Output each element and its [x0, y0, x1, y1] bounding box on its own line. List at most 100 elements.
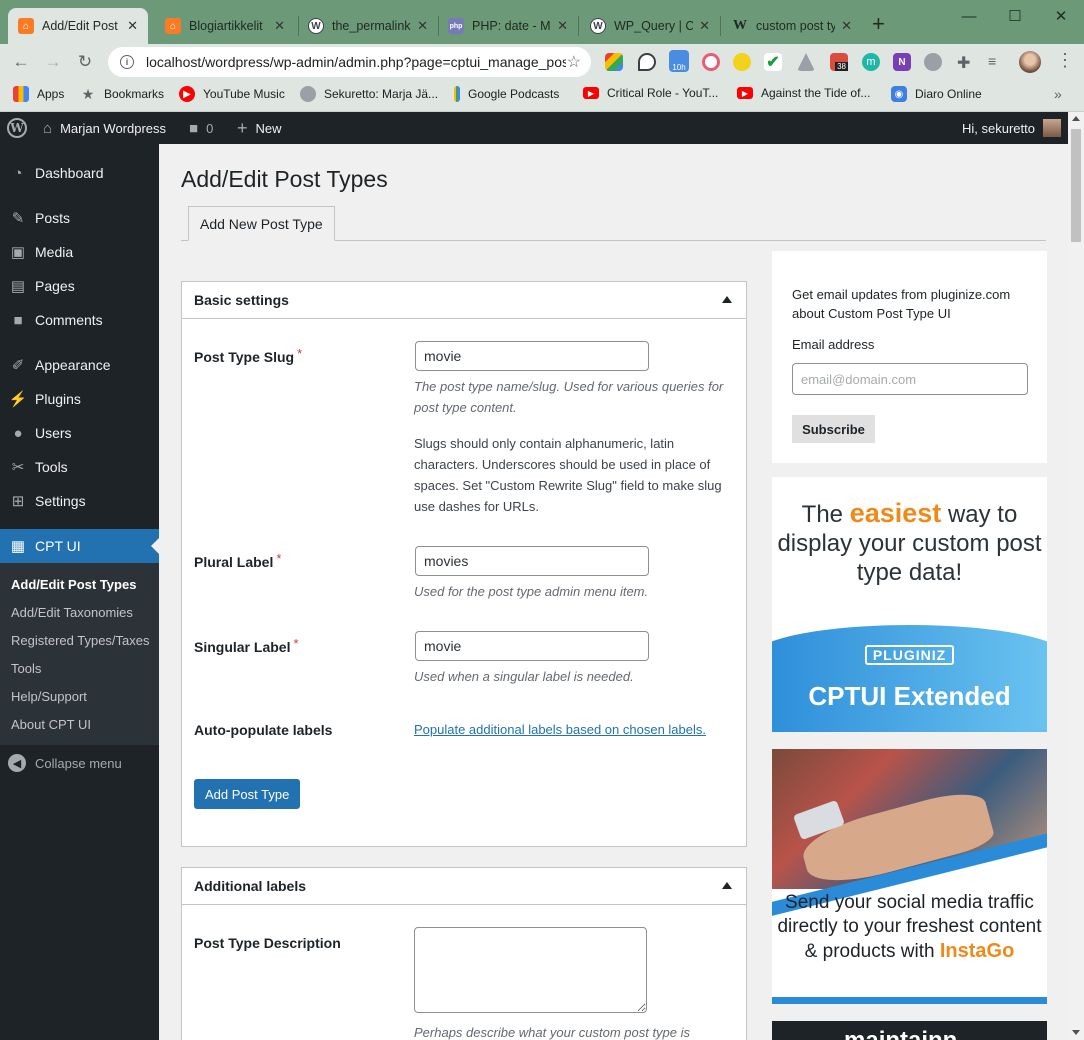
menu-comments[interactable]: ■ Comments	[0, 303, 159, 337]
populate-labels-link[interactable]: Populate additional labels based on chos…	[414, 722, 706, 737]
more-bookmarks-icon[interactable]: »	[1054, 86, 1062, 102]
onenote-icon[interactable]: N	[893, 53, 911, 71]
ad-maintainn[interactable]: maintainn	[772, 1021, 1047, 1040]
menu-plugins[interactable]: ⚡ Plugins	[0, 382, 159, 416]
collapse-toggle-icon[interactable]	[722, 296, 732, 303]
bookmark-star-icon[interactable]: ☆	[567, 52, 581, 72]
post-type-description-textarea[interactable]	[414, 927, 647, 1013]
browser-tab-php-date[interactable]: php PHP: date - Manual ✕	[438, 8, 578, 44]
my-account-link[interactable]: Hi, sekuretto	[962, 112, 1061, 144]
close-tab-icon[interactable]: ✕	[699, 18, 710, 34]
menu-settings[interactable]: ⊞ Settings	[0, 484, 159, 518]
extension-yellow-icon[interactable]	[733, 53, 751, 71]
browser-tab-custom-post-type[interactable]: W custom post type ✕	[722, 8, 862, 44]
reading-list-icon[interactable]: ≡	[988, 53, 1006, 71]
menu-users[interactable]: ● Users	[0, 416, 159, 450]
scroll-up-icon[interactable]	[1072, 116, 1080, 121]
wordpress-favicon-icon: W	[308, 18, 324, 34]
browser-tab-cptui[interactable]: ⌂ Add/Edit Post Types ✕	[8, 8, 148, 44]
extension-check-icon[interactable]: ✔	[764, 53, 782, 71]
menu-dashboard[interactable]: ◔ Dashboard	[0, 156, 159, 190]
menu-pages[interactable]: ▤ Pages	[0, 269, 159, 303]
extension-tiles-icon[interactable]	[605, 53, 623, 71]
new-tab-icon[interactable]: +	[872, 13, 885, 35]
bookmark-bookmarks[interactable]: ★ Bookmarks	[80, 86, 164, 102]
reload-icon[interactable]: ↻	[72, 50, 98, 74]
ad-cptui-extended[interactable]: The easiest way to display your custom p…	[772, 477, 1047, 732]
extension-gear-icon[interactable]	[924, 53, 942, 71]
back-icon[interactable]: ←	[8, 50, 34, 74]
additional-labels-header[interactable]: Additional labels	[182, 868, 746, 905]
submenu-add-edit-taxonomies[interactable]: Add/Edit Taxonomies	[11, 605, 133, 620]
address-bar[interactable]: i localhost/wordpress/wp-admin/admin.php…	[108, 47, 591, 77]
bookmark-google-podcasts[interactable]: Google Podcasts	[454, 86, 559, 102]
bookmark-youtube-music[interactable]: ▶ YouTube Music	[179, 86, 285, 102]
close-tab-icon[interactable]: ✕	[417, 18, 428, 34]
extension-pin-icon[interactable]	[638, 53, 656, 71]
menu-appearance[interactable]: ✐ Appearance	[0, 348, 159, 382]
chrome-menu-icon[interactable]: ⋮	[1056, 50, 1074, 71]
comments-link[interactable]: ■ 0	[189, 112, 213, 144]
wp-logo-menu[interactable]: W	[7, 112, 27, 144]
menu-label: Appearance	[35, 357, 111, 373]
add-post-type-button[interactable]: Add Post Type	[194, 779, 301, 809]
menu-posts[interactable]: ✎ Posts	[0, 201, 159, 235]
extension-circle-icon[interactable]	[702, 53, 720, 71]
new-content-link[interactable]: + New	[237, 112, 282, 144]
collapse-toggle-icon[interactable]	[722, 882, 732, 889]
description-help: Perhaps describe what your custom post t…	[414, 1025, 691, 1040]
browser-tab-blogiartikkelit[interactable]: ⌂ Blogiartikkelit ✕	[155, 8, 295, 44]
submenu-add-edit-post-types[interactable]: Add/Edit Post Types	[11, 577, 136, 592]
close-window-icon[interactable]: ✕	[1038, 4, 1084, 28]
submenu-about-cptui[interactable]: About CPT UI	[11, 717, 91, 732]
basic-settings-header[interactable]: Basic settings	[182, 282, 746, 319]
bookmark-sekuretto[interactable]: Sekuretto: Marja Jä...	[300, 86, 438, 102]
singular-label-input[interactable]	[415, 631, 649, 661]
close-tab-icon[interactable]: ✕	[274, 18, 285, 34]
minimize-window-icon[interactable]: —	[946, 4, 992, 28]
page-scrollbar[interactable]	[1068, 112, 1084, 1040]
post-type-slug-input[interactable]	[415, 341, 649, 371]
menu-media[interactable]: ▣ Media	[0, 235, 159, 269]
ad-instago[interactable]: Send your social media traffic directly …	[772, 749, 1047, 1004]
browser-tab-permalink[interactable]: W the_permalink ✕	[298, 8, 438, 44]
submenu-help-support[interactable]: Help/Support	[11, 689, 87, 704]
google-podcasts-icon	[454, 86, 460, 102]
ad-product-name: CPTUI Extended	[808, 681, 1011, 711]
submenu-registered-types[interactable]: Registered Types/Taxes	[11, 633, 150, 648]
extension-m-icon[interactable]: m	[862, 53, 880, 71]
close-tab-icon[interactable]: ✕	[557, 18, 568, 34]
plural-label-input[interactable]	[415, 546, 649, 576]
slug-note: Slugs should only contain alphanumeric, …	[414, 436, 722, 514]
collapse-menu-button[interactable]: ◀ Collapse menu	[0, 753, 159, 773]
bookmark-apps[interactable]: Apps	[13, 86, 64, 102]
close-tab-icon[interactable]: ✕	[127, 18, 138, 34]
maximize-window-icon[interactable]: ☐	[992, 4, 1038, 28]
menu-cpt-ui[interactable]: ▦ CPT UI	[0, 529, 159, 563]
scroll-down-icon[interactable]	[1072, 1030, 1080, 1035]
close-tab-icon[interactable]: ✕	[841, 18, 852, 34]
extensions-puzzle-icon[interactable]: ✚	[957, 53, 975, 72]
extension-drive-icon[interactable]	[797, 53, 815, 71]
site-name-link[interactable]: ⌂ Marjan Wordpress	[43, 112, 166, 144]
submenu-tools[interactable]: Tools	[11, 661, 41, 676]
subscribe-button[interactable]: Subscribe	[792, 415, 875, 443]
profile-avatar[interactable]	[1019, 51, 1041, 73]
panel-heading: Basic settings	[194, 292, 289, 308]
bookmark-against-the-tide[interactable]: ▶ Against the Tide of...	[737, 86, 870, 100]
extension-timer-icon[interactable]: 10h	[669, 50, 689, 72]
menu-tools[interactable]: ✂ Tools	[0, 450, 159, 484]
tab-add-new-post-type[interactable]: Add New Post Type	[188, 206, 335, 241]
extension-todoist-icon[interactable]: 38	[830, 53, 848, 71]
comment-bubble-icon: ■	[189, 119, 199, 137]
tab-separator	[720, 16, 721, 36]
site-info-icon[interactable]: i	[120, 55, 134, 69]
browser-tab-wp-query[interactable]: W WP_Query | Class ✕	[580, 8, 720, 44]
url-text[interactable]: localhost/wordpress/wp-admin/admin.php?p…	[146, 54, 566, 70]
email-input[interactable]	[792, 363, 1028, 395]
scrollbar-thumb[interactable]	[1071, 129, 1081, 242]
bookmark-critical-role[interactable]: ▶ Critical Role - YouT...	[583, 86, 718, 100]
bookmark-diaro[interactable]: ◉ Diaro Online	[891, 86, 982, 102]
forward-icon[interactable]: →	[40, 50, 66, 74]
plural-label: Plural Label *	[194, 551, 281, 570]
